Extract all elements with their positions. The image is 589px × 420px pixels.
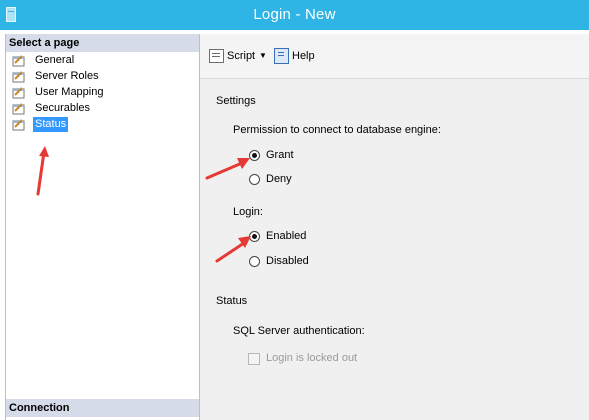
help-label: Help — [292, 50, 315, 62]
connection-header: Connection — [6, 399, 199, 417]
chevron-down-icon[interactable]: ▼ — [259, 47, 267, 65]
grant-label[interactable]: Grant — [266, 149, 294, 161]
sql-auth-label: SQL Server authentication: — [233, 325, 365, 337]
locked-out-label: Login is locked out — [266, 352, 358, 364]
sidebar-item-label: General — [35, 54, 75, 66]
page-wrench-icon — [12, 87, 25, 99]
sidebar-item-status[interactable]: Status — [10, 117, 180, 132]
locked-out-checkbox — [248, 353, 260, 365]
enabled-label[interactable]: Enabled — [266, 230, 306, 242]
help-icon — [274, 48, 289, 64]
page-selector-pane: Select a page General Server Roles User … — [5, 34, 200, 420]
help-button[interactable]: Help — [274, 47, 316, 65]
select-a-page-header: Select a page — [6, 34, 199, 52]
page-wrench-icon — [12, 55, 25, 67]
annotation-arrow — [205, 158, 250, 180]
script-button[interactable]: Script ▼ — [209, 47, 267, 65]
annotation-arrow — [215, 236, 251, 263]
deny-label[interactable]: Deny — [266, 173, 292, 185]
annotation-arrow — [36, 146, 49, 196]
sidebar-item-label: Status — [33, 117, 69, 132]
permission-label: Permission to connect to database engine… — [233, 124, 441, 136]
title-bar: Login - New — [0, 0, 589, 30]
settings-section-label: Settings — [216, 95, 256, 107]
sidebar-item-server-roles[interactable]: Server Roles — [10, 69, 180, 84]
status-section-label: Status — [216, 295, 248, 307]
window-title: Login - New — [253, 6, 336, 23]
toolbar: Script ▼ Help — [200, 34, 589, 79]
login-label: Login: — [233, 206, 263, 218]
sidebar-item-securables[interactable]: Securables — [10, 101, 180, 116]
script-icon — [209, 49, 224, 63]
page-wrench-icon — [12, 119, 25, 131]
script-label: Script — [227, 50, 256, 62]
content-pane: Script ▼ Help Settings Permission to con… — [200, 34, 589, 420]
disabled-label[interactable]: Disabled — [266, 255, 309, 267]
page-wrench-icon — [12, 103, 25, 115]
page-wrench-icon — [12, 71, 25, 83]
sidebar-item-label: Server Roles — [35, 70, 99, 82]
sidebar-item-user-mapping[interactable]: User Mapping — [10, 85, 180, 100]
sidebar-item-label: Securables — [35, 102, 91, 114]
sidebar-item-label: User Mapping — [35, 86, 104, 98]
sidebar-item-general[interactable]: General — [10, 53, 180, 68]
